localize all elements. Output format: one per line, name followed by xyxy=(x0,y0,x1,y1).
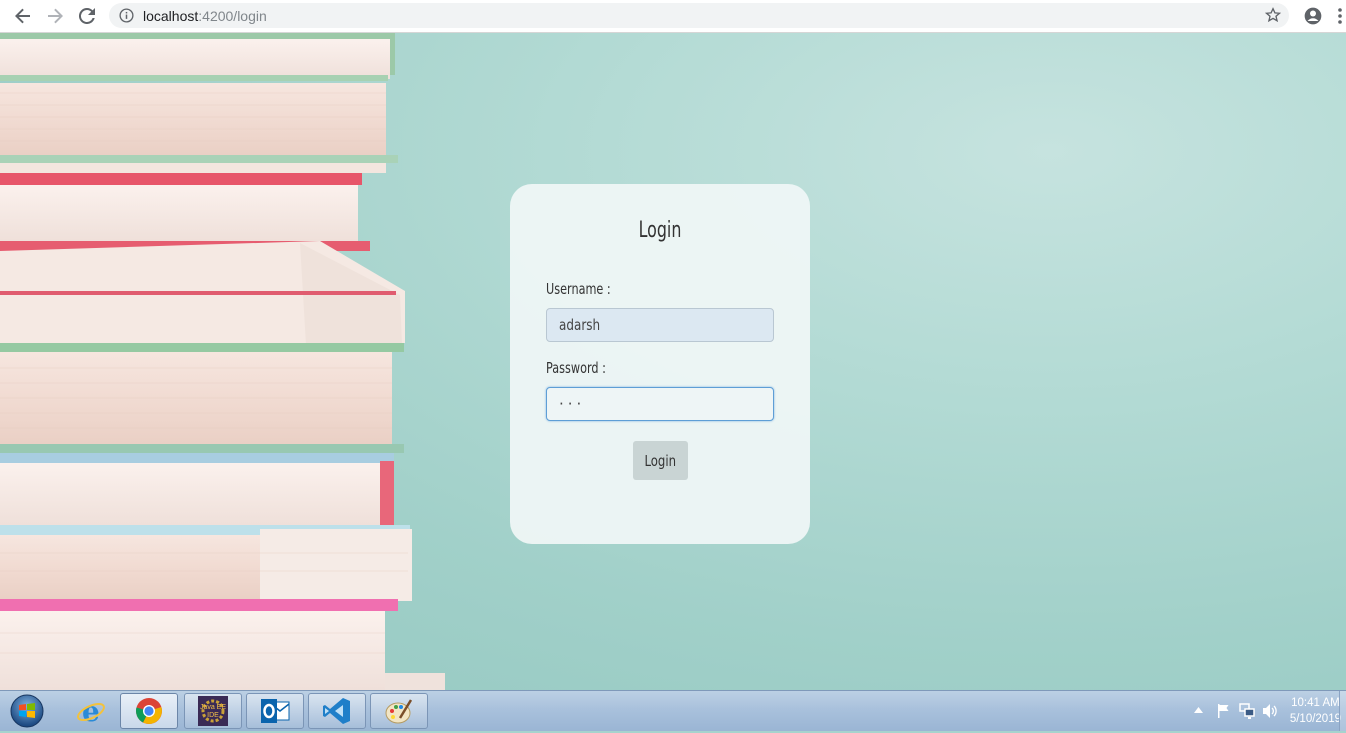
back-button[interactable] xyxy=(10,4,36,28)
kebab-menu-icon xyxy=(1338,8,1342,24)
show-hidden-icons-icon[interactable] xyxy=(1194,707,1203,713)
taskbar-vscode[interactable] xyxy=(308,693,366,729)
info-icon[interactable] xyxy=(119,8,134,23)
bookmark-star-icon[interactable] xyxy=(1265,7,1281,23)
browser-toolbar: localhost:4200/login xyxy=(0,0,1346,33)
password-value: ··· xyxy=(559,395,586,413)
taskbar-java-ee-ide[interactable]: Java EE IDE xyxy=(184,693,242,729)
profile-button[interactable] xyxy=(1302,5,1324,27)
arrow-right-icon xyxy=(48,8,63,24)
reload-icon xyxy=(79,8,95,24)
login-card: Login Username : adarsh Password : ··· L… xyxy=(510,184,810,544)
taskbar-paint[interactable] xyxy=(370,693,428,729)
login-title: Login xyxy=(638,218,682,243)
show-desktop-button[interactable] xyxy=(1339,691,1346,731)
network-icon[interactable] xyxy=(1239,703,1256,719)
username-input[interactable]: adarsh xyxy=(546,308,774,342)
arrow-left-icon xyxy=(15,8,30,24)
svg-text:Java EE: Java EE xyxy=(200,704,226,711)
login-page: Login Username : adarsh Password : ··· L… xyxy=(0,33,1346,690)
clock-time: 10:41 AM xyxy=(1291,697,1340,709)
url-host: localhost xyxy=(143,7,199,24)
paint-icon xyxy=(385,699,413,724)
chrome-icon xyxy=(136,698,162,724)
system-tray: 10:41 AM 5/10/2019 xyxy=(1176,691,1346,731)
taskbar-chrome[interactable] xyxy=(120,693,178,729)
username-value: adarsh xyxy=(559,316,601,334)
start-button[interactable] xyxy=(8,693,46,729)
svg-text:e: e xyxy=(82,696,100,726)
username-label: Username : xyxy=(546,280,611,298)
visual-studio-code-icon xyxy=(323,698,350,724)
login-button-label: Login xyxy=(644,451,677,470)
internet-explorer-icon: e xyxy=(77,696,105,726)
taskbar-internet-explorer[interactable]: e xyxy=(62,693,120,729)
account-icon xyxy=(1304,7,1322,25)
taskbar-clock[interactable]: 10:41 AM 5/10/2019 xyxy=(1290,695,1341,727)
reload-button[interactable] xyxy=(74,4,100,28)
java-ee-ide-icon: Java EE IDE xyxy=(198,696,228,726)
password-label: Password : xyxy=(546,359,606,377)
password-input[interactable]: ··· xyxy=(546,387,774,421)
taskbar: e Java EE IDE 10:41 AM 5/10/2019 xyxy=(0,690,1346,731)
outlook-icon xyxy=(261,699,290,723)
taskbar-outlook[interactable] xyxy=(246,693,304,729)
address-bar[interactable]: localhost:4200/login xyxy=(109,3,1289,28)
svg-text:IDE: IDE xyxy=(207,712,219,719)
menu-button[interactable] xyxy=(1334,5,1346,27)
windows-start-icon xyxy=(10,694,44,728)
url-path: :4200/login xyxy=(198,7,267,24)
volume-icon[interactable] xyxy=(1262,703,1279,719)
forward-button[interactable] xyxy=(42,4,68,28)
login-button[interactable]: Login xyxy=(633,441,688,480)
clock-date: 5/10/2019 xyxy=(1289,713,1341,725)
books-stack-image xyxy=(0,33,445,690)
action-center-flag-icon[interactable] xyxy=(1216,703,1232,719)
